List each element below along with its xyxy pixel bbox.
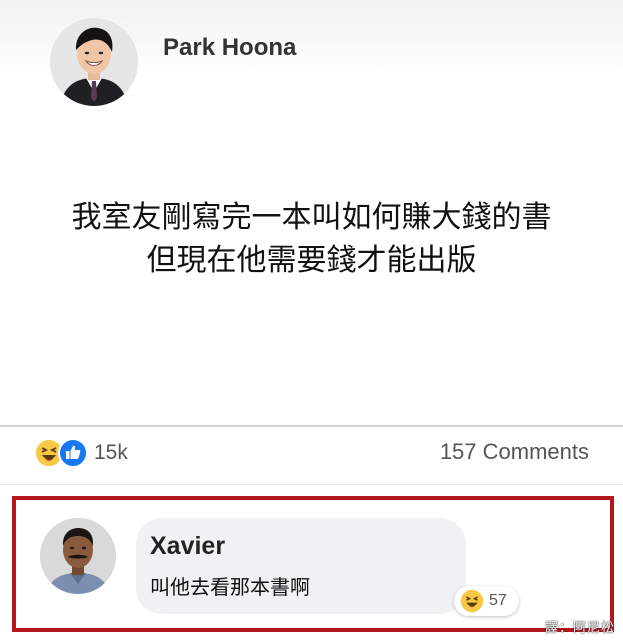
commenter-name[interactable]: Xavier bbox=[150, 532, 225, 561]
commenter-avatar[interactable] bbox=[40, 518, 116, 594]
post-author-name[interactable]: Park Hoona bbox=[163, 34, 296, 62]
like-icon bbox=[58, 438, 88, 468]
reactions-count: 15k bbox=[94, 441, 128, 464]
highlighted-comment: Xavier 叫他去看那本書啊 57 bbox=[12, 496, 614, 632]
haha-icon bbox=[460, 589, 484, 613]
profile-photo-icon bbox=[40, 518, 116, 594]
post-divider bbox=[0, 425, 623, 427]
profile-photo-icon bbox=[50, 18, 138, 106]
reactions-summary[interactable]: 15k bbox=[34, 437, 128, 469]
comment-reaction-badge[interactable]: 57 bbox=[454, 586, 519, 616]
comment-bubble: Xavier 叫他去看那本書啊 bbox=[136, 518, 466, 614]
stats-divider bbox=[0, 484, 623, 485]
post-card: Park Hoona 我室友剛寫完一本叫如何賺大錢的書 但現在他需要錢才能出版 bbox=[0, 0, 623, 425]
post-body: 我室友剛寫完一本叫如何賺大錢的書 但現在他需要錢才能出版 bbox=[0, 196, 623, 282]
post-text-line-1: 我室友剛寫完一本叫如何賺大錢的書 bbox=[71, 200, 552, 235]
comment-reaction-count: 57 bbox=[489, 592, 507, 609]
post-text-line-2: 但現在他需要錢才能出版 bbox=[146, 243, 477, 278]
comment-text: 叫他去看那本書啊 bbox=[150, 575, 310, 599]
author-avatar[interactable] bbox=[50, 18, 138, 106]
translator-watermark: 譯：阿尼松 bbox=[544, 621, 615, 636]
comments-count-link[interactable]: 157 Comments bbox=[440, 439, 589, 465]
